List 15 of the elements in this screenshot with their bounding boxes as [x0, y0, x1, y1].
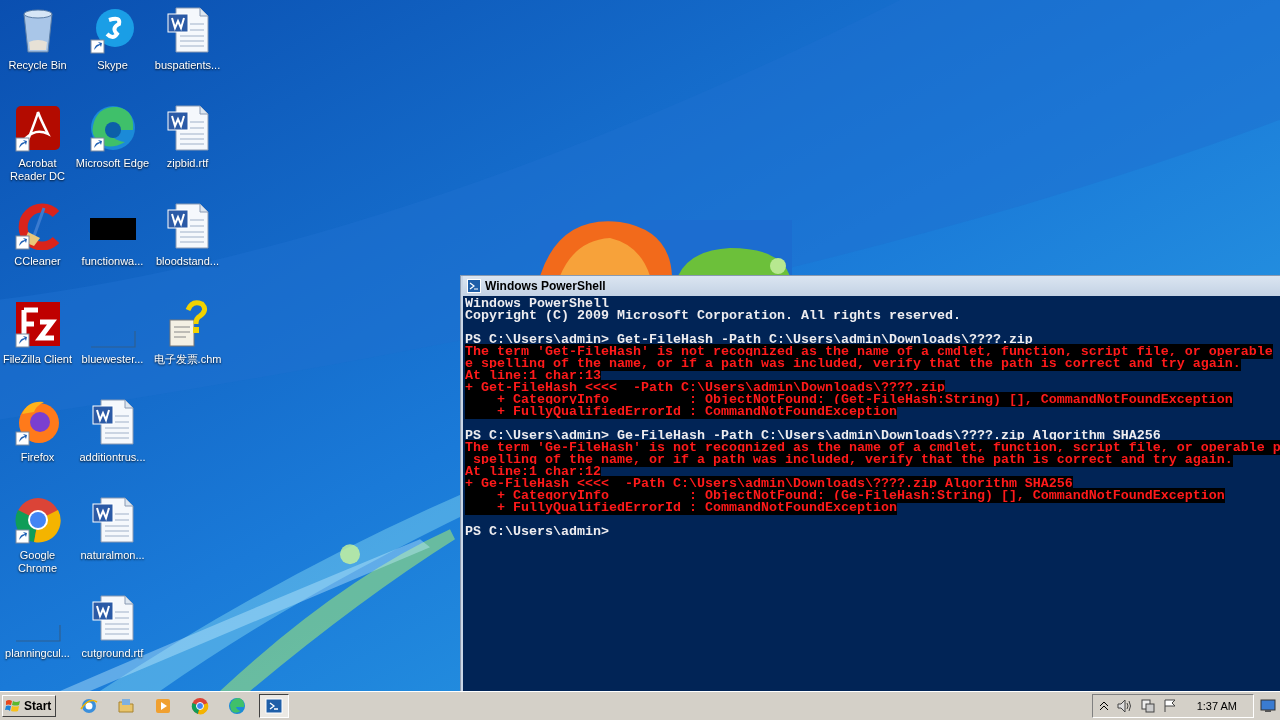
media-player-icon — [154, 697, 173, 715]
browser-icon — [228, 697, 247, 715]
network-icon[interactable] — [1140, 699, 1155, 713]
chevron-icon[interactable] — [1098, 701, 1109, 711]
terminal-icon — [265, 697, 284, 715]
speaker-icon[interactable] — [1116, 699, 1133, 713]
browser-icon — [191, 697, 210, 715]
windows-logo-icon — [5, 699, 21, 713]
clock[interactable]: 1:37 AM — [1196, 700, 1237, 712]
flag-icon[interactable] — [1162, 699, 1177, 713]
start-button[interactable]: Start — [2, 695, 57, 717]
monitor-icon — [1260, 699, 1276, 713]
folder-icon — [117, 697, 136, 715]
browser-icon — [80, 697, 99, 715]
taskbar-button[interactable] — [259, 694, 290, 718]
